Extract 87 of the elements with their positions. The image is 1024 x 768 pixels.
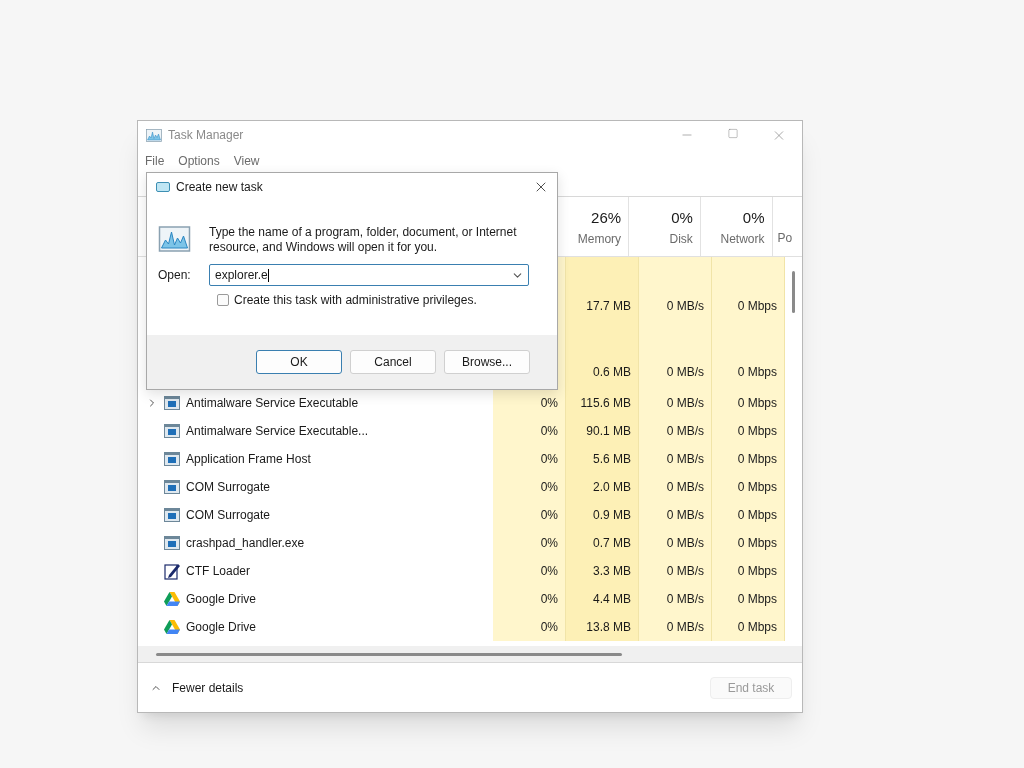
window-icon <box>164 480 180 494</box>
usage-cell: 0 MB/s <box>639 557 712 585</box>
open-label: Open: <box>158 267 192 284</box>
fewer-details-link[interactable]: Fewer details <box>172 678 244 697</box>
usage-cell: 0 MB/s <box>639 529 712 557</box>
window-title: Task Manager <box>168 127 244 144</box>
usage-cell: 0 MB/s <box>639 389 712 417</box>
usage-cell: 0% <box>493 389 566 417</box>
open-combobox[interactable]: explorer.e <box>209 264 529 286</box>
usage-cell: 0 MB/s <box>639 501 712 529</box>
graph-icon <box>158 226 191 252</box>
menu-item[interactable]: View <box>233 152 260 170</box>
process-name: Antimalware Service Executable... <box>186 423 369 440</box>
usage-cell: 13.8 MB <box>566 613 639 641</box>
usage-cell: 0% <box>493 557 566 585</box>
usage-cell: 0 Mbps <box>712 417 785 445</box>
usage-cell: 0 MB/s <box>639 289 712 323</box>
process-name: COM Surrogate <box>186 479 271 496</box>
dialog-description: Type the name of a program, folder, document, or Internet resource, and Windows will open it for you. <box>209 225 518 255</box>
usage-cell: 0 Mbps <box>712 445 785 473</box>
column-percent: 0% <box>742 208 765 229</box>
column-percent: 26% <box>591 208 622 229</box>
usage-cell: 0 Mbps <box>712 613 785 641</box>
usage-cell: 0 Mbps <box>712 355 785 389</box>
triangle-logo-icon <box>164 620 180 634</box>
pen-document-icon <box>164 562 180 580</box>
menu-item[interactable]: Options <box>178 152 220 170</box>
usage-cell: 0 MB/s <box>639 355 712 389</box>
usage-cell: 0% <box>493 585 566 613</box>
usage-cell: 0% <box>493 417 566 445</box>
usage-cell: 0 Mbps <box>712 289 785 323</box>
open-value: explorer.e <box>215 267 268 284</box>
window-icon <box>164 396 180 410</box>
usage-cell: 0 Mbps <box>712 585 785 613</box>
usage-cell: 0 Mbps <box>712 501 785 529</box>
dialog-title: Create new task <box>176 179 263 196</box>
usage-cell: 0 MB/s <box>639 613 712 641</box>
usage-cell: 0.9 MB <box>566 501 639 529</box>
admin-checkbox-label: Create this task with administrative privileges. <box>234 292 477 309</box>
usage-cell: 0 Mbps <box>712 389 785 417</box>
column-header[interactable]: Disk <box>669 229 693 248</box>
usage-cell: 17.7 MB <box>566 289 639 323</box>
process-name: Google Drive <box>186 591 257 608</box>
usage-cell: 0% <box>493 529 566 557</box>
admin-checkbox[interactable] <box>217 294 229 306</box>
process-name: crashpad_handler.exe <box>186 535 305 552</box>
usage-cell: 0.7 MB <box>566 529 639 557</box>
process-name: Antimalware Service Executable <box>186 395 359 412</box>
usage-cell: 4.4 MB <box>566 585 639 613</box>
run-icon <box>156 182 170 192</box>
process-name: CTF Loader <box>186 563 251 580</box>
process-name: COM Surrogate <box>186 507 271 524</box>
usage-cell: 0 MB/s <box>639 585 712 613</box>
triangle-logo-icon <box>164 592 180 606</box>
window-icon <box>164 424 180 438</box>
usage-cell: 0 Mbps <box>712 529 785 557</box>
usage-cell: 0 MB/s <box>639 473 712 501</box>
window-icon <box>164 452 180 466</box>
usage-cell: 0% <box>493 473 566 501</box>
column-percent: 0% <box>671 208 693 229</box>
process-name: Application Frame Host <box>186 451 311 468</box>
usage-cell: 2.0 MB <box>566 473 639 501</box>
menu-item[interactable]: File <box>145 152 165 170</box>
window-icon <box>164 508 180 522</box>
column-header[interactable]: Po <box>777 228 793 247</box>
usage-cell: 0 MB/s <box>639 417 712 445</box>
usage-cell: 90.1 MB <box>566 417 639 445</box>
usage-cell: 0% <box>493 445 566 473</box>
dialog-button[interactable]: OK <box>256 350 342 374</box>
usage-cell: 3.3 MB <box>566 557 639 585</box>
usage-cell: 0% <box>493 613 566 641</box>
usage-cell: 0% <box>493 501 566 529</box>
vertical-scrollbar[interactable] <box>792 271 795 313</box>
usage-cell: 115.6 MB <box>566 389 639 417</box>
window-icon <box>164 536 180 550</box>
dialog-button[interactable]: Cancel <box>350 350 436 374</box>
column-header[interactable]: Memory <box>577 229 622 248</box>
column-header[interactable]: Network <box>720 229 765 248</box>
usage-cell: 5.6 MB <box>566 445 639 473</box>
graph-icon <box>146 128 162 142</box>
dialog-button[interactable]: Browse... <box>444 350 530 374</box>
usage-cell: 0 MB/s <box>639 445 712 473</box>
horizontal-scrollbar[interactable] <box>156 652 622 656</box>
usage-cell: 0 Mbps <box>712 557 785 585</box>
usage-cell: 0 Mbps <box>712 473 785 501</box>
process-name: Google Drive <box>186 619 257 636</box>
usage-cell: 0.6 MB <box>566 355 639 389</box>
